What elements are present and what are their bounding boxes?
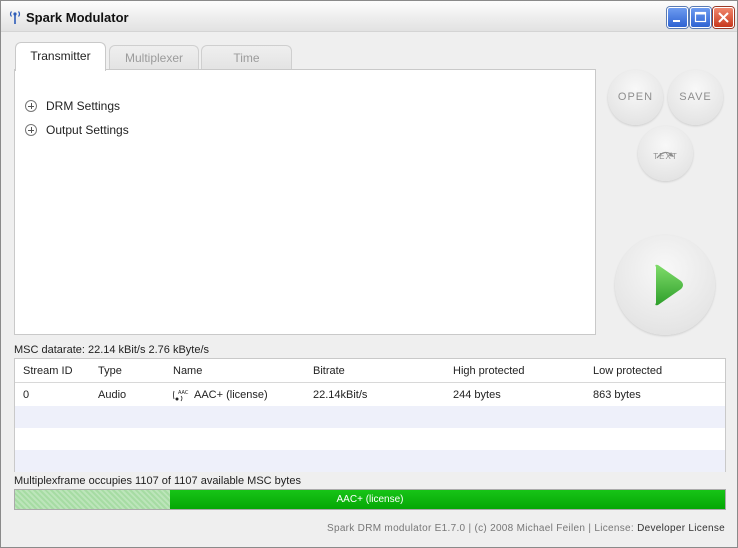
bar-segment-overhead <box>15 490 170 509</box>
minimize-button[interactable] <box>667 7 688 28</box>
multiplex-occupancy-text: Multiplexframe occupies 1107 of 1107 ava… <box>14 475 301 487</box>
column-header-stream-id[interactable]: Stream ID <box>23 365 73 377</box>
close-button[interactable] <box>713 7 734 28</box>
table-header: Stream ID Type Name Bitrate High protect… <box>15 359 725 383</box>
open-button-label: OPEN <box>617 91 654 103</box>
aac-audio-icon: AAC <box>173 390 189 402</box>
tab-multiplexer[interactable]: Multiplexer <box>109 45 199 70</box>
footer-version-text: Spark DRM modulator E1.7.0 | (c) 2008 Mi… <box>326 523 638 534</box>
title-bar[interactable]: Spark Modulator <box>1 1 737 32</box>
tab-time[interactable]: Time <box>201 45 292 70</box>
cell-low-protected: 863 bytes <box>593 389 641 401</box>
column-header-name[interactable]: Name <box>173 365 202 377</box>
save-button-label: SAVE <box>679 91 712 103</box>
cell-bitrate: 22.14kBit/s <box>313 389 368 401</box>
footer-info: Spark DRM modulator E1.7.0 | (c) 2008 Mi… <box>327 523 725 534</box>
open-button[interactable]: OPEN <box>608 70 663 125</box>
table-row-empty[interactable] <box>15 406 725 428</box>
save-button[interactable]: SAVE <box>668 70 723 125</box>
multiplex-occupancy-bar: AAC+ (license) <box>14 489 726 510</box>
cell-high-protected: 244 bytes <box>453 389 501 401</box>
column-header-bitrate[interactable]: Bitrate <box>313 365 345 377</box>
tree-item-label: Output Settings <box>46 123 129 137</box>
table-row-empty[interactable] <box>15 450 725 472</box>
play-button[interactable] <box>615 235 715 335</box>
footer-license-text: Developer License <box>637 523 725 534</box>
cell-type: Audio <box>98 389 127 401</box>
tree-item-drm-settings[interactable]: DRM Settings <box>25 98 120 114</box>
cell-name: AAC+ (license) <box>194 389 268 401</box>
svg-text:AAC: AAC <box>178 390 189 396</box>
msc-datarate-text: MSC datarate: 22.14 kBit/s 2.76 kByte/s <box>14 344 210 356</box>
column-header-low-protected[interactable]: Low protected <box>593 365 662 377</box>
maximize-button[interactable] <box>690 7 711 28</box>
minimize-icon <box>673 20 680 22</box>
settings-tree-panel: DRM Settings Output Settings <box>14 69 596 335</box>
expand-plus-icon[interactable] <box>25 124 37 136</box>
bar-segment-label: AAC+ (license) <box>336 494 404 505</box>
app-window: Spark Modulator Transmitter Multiplexer … <box>0 0 738 548</box>
table-row[interactable]: 0 Audio AAC AAC+ (license) 22.14kBit/s 2… <box>15 384 725 406</box>
play-icon <box>655 264 683 306</box>
text-button[interactable]: TEXT <box>638 126 693 181</box>
antenna-icon <box>9 11 21 24</box>
streams-table: Stream ID Type Name Bitrate High protect… <box>14 358 726 472</box>
tab-transmitter[interactable]: Transmitter <box>15 42 106 71</box>
close-icon <box>718 12 729 23</box>
table-row-empty[interactable] <box>15 428 725 450</box>
tree-item-output-settings[interactable]: Output Settings <box>25 122 129 138</box>
text-button-label: TEXT <box>653 152 678 161</box>
window-title: Spark Modulator <box>26 10 129 25</box>
maximize-icon <box>694 11 707 23</box>
column-header-high-protected[interactable]: High protected <box>453 365 525 377</box>
tree-item-label: DRM Settings <box>46 99 121 113</box>
cell-stream-id: 0 <box>23 389 30 401</box>
column-header-type[interactable]: Type <box>98 365 122 377</box>
expand-plus-icon[interactable] <box>25 100 37 112</box>
